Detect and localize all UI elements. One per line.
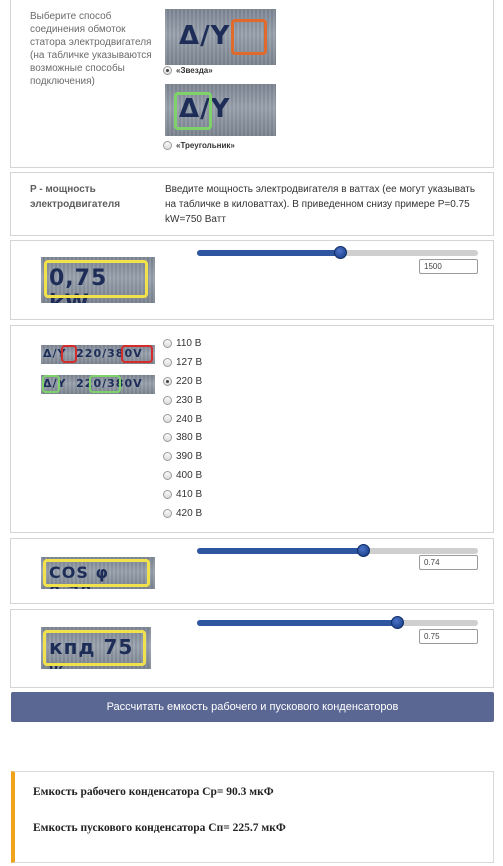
power-help-text: Введите мощность электродвигателя в ватт… (165, 184, 476, 225)
cos-input[interactable] (419, 555, 478, 570)
calculate-button[interactable]: Рассчитать емкость рабочего и пускового … (11, 692, 494, 722)
cos-highlight (43, 559, 150, 587)
power-highlight (44, 260, 148, 298)
cos-slider-handle[interactable] (356, 544, 370, 557)
voltage-radio[interactable] (163, 338, 172, 348)
voltage-option-label: 110 В (176, 338, 202, 349)
star-radio[interactable] (163, 66, 172, 76)
voltage-red-highlight-380 (121, 345, 153, 363)
star-plate-image: Δ/Y (165, 9, 276, 65)
efficiency-highlight (43, 630, 146, 666)
cos-panel: COS φ 0,78 (10, 538, 494, 604)
connection-panel: Выберите способ соединения обмоток стато… (10, 0, 494, 168)
voltage-radio[interactable] (163, 489, 172, 499)
voltage-radio[interactable] (163, 376, 172, 386)
voltage-option[interactable]: 410 В (163, 486, 202, 505)
voltage-option[interactable]: 400 В (163, 467, 202, 486)
power-input-panel: 0,75 kW (10, 240, 494, 320)
connection-description: Выберите способ соединения обмоток стато… (30, 11, 152, 87)
voltage-green-highlight-delta (42, 375, 60, 393)
power-slider[interactable] (197, 246, 478, 259)
voltage-option[interactable]: 420 В (163, 505, 202, 524)
voltage-option[interactable]: 110 В (163, 335, 202, 354)
voltage-option-label: 420 В (176, 508, 203, 520)
voltage-option-label: 380 В (176, 432, 203, 444)
starting-capacitor-result: Емкость пускового конденсатора Сп= 225.7… (33, 822, 286, 834)
voltage-option-label: 390 В (176, 451, 203, 463)
triangle-label: «Треугольник» (176, 141, 235, 150)
power-info-panel: P - мощность электродвигателя Введите мо… (10, 172, 494, 236)
voltage-radio[interactable] (163, 395, 172, 405)
power-slider-handle[interactable] (334, 246, 348, 259)
voltage-radio[interactable] (163, 433, 172, 443)
voltage-option[interactable]: 127 В (163, 354, 202, 373)
power-plate-image: 0,75 kW (41, 257, 155, 303)
voltage-option[interactable]: 380 В (163, 429, 202, 448)
efficiency-input[interactable] (419, 629, 478, 644)
triangle-radio[interactable] (163, 141, 172, 151)
results-box: Емкость рабочего конденсатора Ср= 90.3 м… (11, 771, 494, 863)
star-label: «Звезда» (176, 66, 213, 75)
voltage-option-label: 400 В (176, 470, 203, 482)
voltage-option[interactable]: 220 В (163, 373, 202, 392)
cos-plate-image: COS φ 0,78 (41, 557, 155, 589)
voltage-option-label: 240 В (176, 413, 203, 425)
cos-slider[interactable] (197, 544, 478, 557)
voltage-option-label: 410 В (176, 489, 203, 501)
triangle-plate-image: Δ/Y (165, 84, 276, 136)
voltage-radio[interactable] (163, 508, 172, 518)
power-input[interactable] (419, 259, 478, 274)
efficiency-plate-image: кпд 75 % (41, 627, 151, 669)
triangle-radio-option[interactable]: «Треугольник» (163, 141, 235, 151)
voltage-plate-red: Δ/Y 220/380V (41, 345, 155, 364)
voltage-option-label: 220 В (176, 375, 203, 387)
voltage-option[interactable]: 240 В (163, 411, 202, 430)
voltage-radio[interactable] (163, 452, 172, 462)
star-radio-option[interactable]: «Звезда» (163, 66, 213, 76)
star-highlight (231, 19, 267, 55)
voltage-option-label: 127 В (176, 356, 203, 368)
voltage-option-label: 230 В (176, 394, 203, 406)
voltage-radio[interactable] (163, 471, 172, 481)
working-capacitor-result: Емкость рабочего конденсатора Ср= 90.3 м… (33, 786, 274, 798)
voltage-green-highlight-220 (89, 375, 121, 393)
voltage-option[interactable]: 390 В (163, 448, 202, 467)
voltage-panel: Δ/Y 220/380V Δ/Y 220/380V 110 В 127 В 220 … (10, 325, 494, 533)
efficiency-panel: кпд 75 % (10, 609, 494, 688)
efficiency-slider-handle[interactable] (390, 616, 404, 629)
voltage-plate-green: Δ/Y 220/380V (41, 375, 155, 394)
star-plate-text: Δ/Y (179, 21, 231, 51)
power-label: P - мощность электродвигателя (30, 184, 121, 210)
triangle-highlight (174, 92, 212, 130)
voltage-option[interactable]: 230 В (163, 392, 202, 411)
efficiency-slider[interactable] (197, 616, 478, 629)
voltage-radio[interactable] (163, 414, 172, 424)
voltage-radio[interactable] (163, 357, 172, 367)
voltage-options: 110 В 127 В 220 В 230 В 240 В 380 В 390 В 400 В… (163, 335, 202, 524)
voltage-red-highlight-delta (61, 345, 77, 363)
